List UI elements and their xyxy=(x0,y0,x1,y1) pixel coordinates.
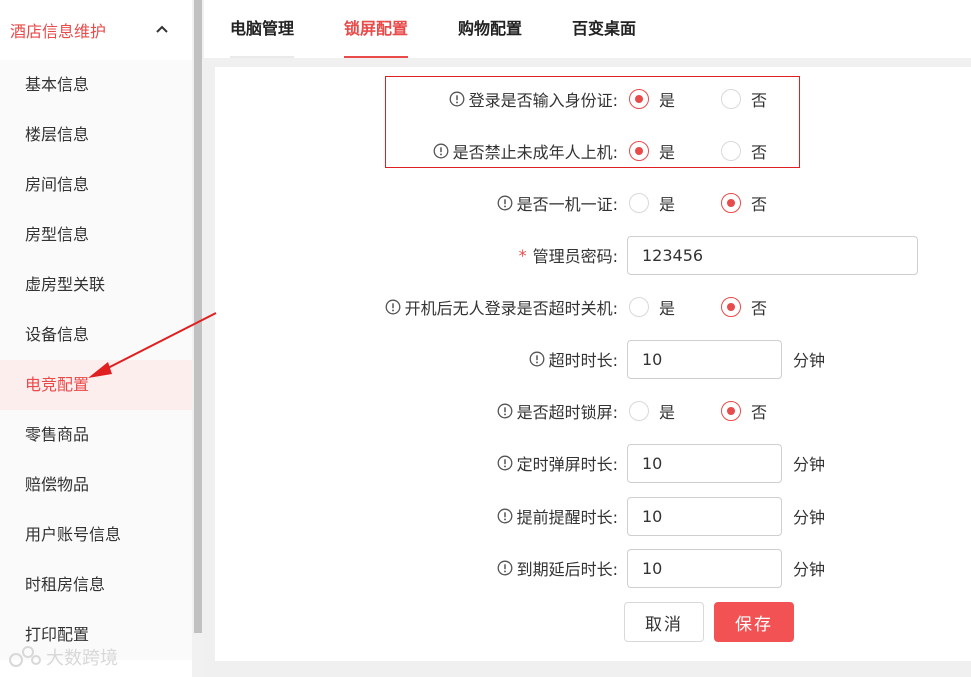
form-row-extend-duration: 到期延后时长: 分钟 xyxy=(218,548,826,588)
sidebar: 酒店信息维护 基本信息 楼层信息 房间信息 房型信息 虚房型关联 设备信息 电竞… xyxy=(0,0,192,677)
unit-label: 分钟 xyxy=(793,351,826,370)
info-icon xyxy=(385,299,401,315)
info-icon xyxy=(433,143,449,159)
save-button[interactable]: 保存 xyxy=(714,602,794,642)
info-icon xyxy=(497,195,513,211)
sidebar-item-device-info[interactable]: 设备信息 xyxy=(0,310,192,360)
sidebar-item-user-account[interactable]: 用户账号信息 xyxy=(0,510,192,560)
popup-duration-input[interactable] xyxy=(627,443,782,483)
label-text: 超时时长: xyxy=(548,351,618,370)
sidebar-item-hourly-room[interactable]: 时租房信息 xyxy=(0,560,192,610)
form-row-remind-duration: 提前提醒时长: 分钟 xyxy=(218,496,826,536)
tab-lockscreen-config[interactable]: 锁屏配置 xyxy=(344,0,409,58)
required-asterisk: * xyxy=(518,245,527,265)
label-text: 是否一机一证: xyxy=(516,195,618,214)
label-text: 登录是否输入身份证: xyxy=(468,91,618,110)
tab-computer-management[interactable]: 电脑管理 xyxy=(230,0,295,58)
info-icon xyxy=(497,455,513,471)
field-label: 登录是否输入身份证: xyxy=(218,82,620,116)
watermark: 大数跨境 xyxy=(8,644,118,670)
sidebar-item-virtual-room-type[interactable]: 虚房型关联 xyxy=(0,260,192,310)
sidebar-group-header[interactable]: 酒店信息维护 xyxy=(0,0,192,60)
field-label: 是否一机一证: xyxy=(218,186,620,220)
tab-bar: 电脑管理 锁屏配置 购物配置 百变桌面 xyxy=(204,0,971,58)
label-text: 到期延后时长: xyxy=(516,560,618,579)
field-label: 是否禁止未成年人上机: xyxy=(218,134,620,168)
radio-no[interactable]: 否 xyxy=(721,399,804,423)
label-text: 是否超时锁屏: xyxy=(516,403,618,422)
info-icon xyxy=(529,351,545,367)
sidebar-item-room-type-info[interactable]: 房型信息 xyxy=(0,210,192,260)
info-icon xyxy=(497,403,513,419)
scrollbar-thumb[interactable] xyxy=(194,0,202,633)
form-row-one-machine: 是否一机一证: 是否 xyxy=(218,186,804,220)
timeout-duration-input[interactable] xyxy=(627,339,782,379)
sidebar-item-retail-goods[interactable]: 零售商品 xyxy=(0,410,192,460)
watermark-text: 大数跨境 xyxy=(46,648,118,669)
radio-no[interactable]: 否 xyxy=(721,295,804,319)
sidebar-menu: 基本信息 楼层信息 房间信息 房型信息 虚房型关联 设备信息 电竞配置 零售商品… xyxy=(0,60,192,660)
sidebar-item-room-info[interactable]: 房间信息 xyxy=(0,160,192,210)
radio-no[interactable]: 否 xyxy=(721,191,804,215)
tab-desktop[interactable]: 百变桌面 xyxy=(572,0,636,58)
sidebar-group-title: 酒店信息维护 xyxy=(10,22,107,41)
radio-yes[interactable]: 是 xyxy=(629,295,712,319)
admin-password-input[interactable] xyxy=(627,235,918,275)
radio-yes[interactable]: 是 xyxy=(629,399,712,423)
form-row-admin-password: * 管理员密码: xyxy=(218,235,918,275)
remind-duration-input[interactable] xyxy=(627,496,782,536)
label-text: 是否禁止未成年人上机: xyxy=(452,143,618,162)
field-label: * 管理员密码: xyxy=(218,238,620,272)
field-label: 提前提醒时长: xyxy=(218,499,620,533)
chevron-up-icon xyxy=(156,25,168,33)
field-label: 到期延后时长: xyxy=(218,551,620,585)
form-row-timeout-duration: 超时时长: 分钟 xyxy=(218,339,826,379)
form-row-timeout-lock: 是否超时锁屏: 是否 xyxy=(218,394,804,428)
field-label: 是否超时锁屏: xyxy=(218,394,620,428)
cancel-button[interactable]: 取消 xyxy=(624,602,704,642)
radio-yes[interactable]: 是 xyxy=(629,87,712,111)
radio-no[interactable]: 否 xyxy=(721,139,804,163)
extend-duration-input[interactable] xyxy=(627,548,782,588)
sidebar-item-esports-config[interactable]: 电竞配置 xyxy=(0,360,192,410)
radio-no[interactable]: 否 xyxy=(721,87,804,111)
label-text: 开机后无人登录是否超时关机: xyxy=(404,299,618,318)
info-icon xyxy=(497,508,513,524)
field-label: 开机后无人登录是否超时关机: xyxy=(218,290,620,324)
form-row-popup-duration: 定时弹屏时长: 分钟 xyxy=(218,443,826,483)
radio-yes[interactable]: 是 xyxy=(629,139,712,163)
field-label: 超时时长: xyxy=(218,342,620,376)
label-text: 管理员密码: xyxy=(532,247,618,266)
radio-yes[interactable]: 是 xyxy=(629,191,712,215)
form-row-id-login: 登录是否输入身份证: 是否 xyxy=(218,82,804,116)
watermark-logo-icon xyxy=(9,646,41,667)
label-text: 定时弹屏时长: xyxy=(516,455,618,474)
sidebar-item-floor-info[interactable]: 楼层信息 xyxy=(0,110,192,160)
sidebar-scrollbar[interactable] xyxy=(192,0,204,677)
info-icon xyxy=(449,91,465,107)
form-row-auto-shutdown: 开机后无人登录是否超时关机: 是否 xyxy=(218,290,804,324)
sidebar-item-basic-info[interactable]: 基本信息 xyxy=(0,60,192,110)
label-text: 提前提醒时长: xyxy=(516,508,618,527)
tab-shopping-config[interactable]: 购物配置 xyxy=(458,0,522,58)
unit-label: 分钟 xyxy=(793,455,826,474)
form-row-forbid-minor: 是否禁止未成年人上机: 是否 xyxy=(218,134,804,168)
field-label: 定时弹屏时长: xyxy=(218,446,620,480)
unit-label: 分钟 xyxy=(793,560,826,579)
sidebar-item-compensation-items[interactable]: 赔偿物品 xyxy=(0,460,192,510)
unit-label: 分钟 xyxy=(793,508,826,527)
info-icon xyxy=(497,560,513,576)
